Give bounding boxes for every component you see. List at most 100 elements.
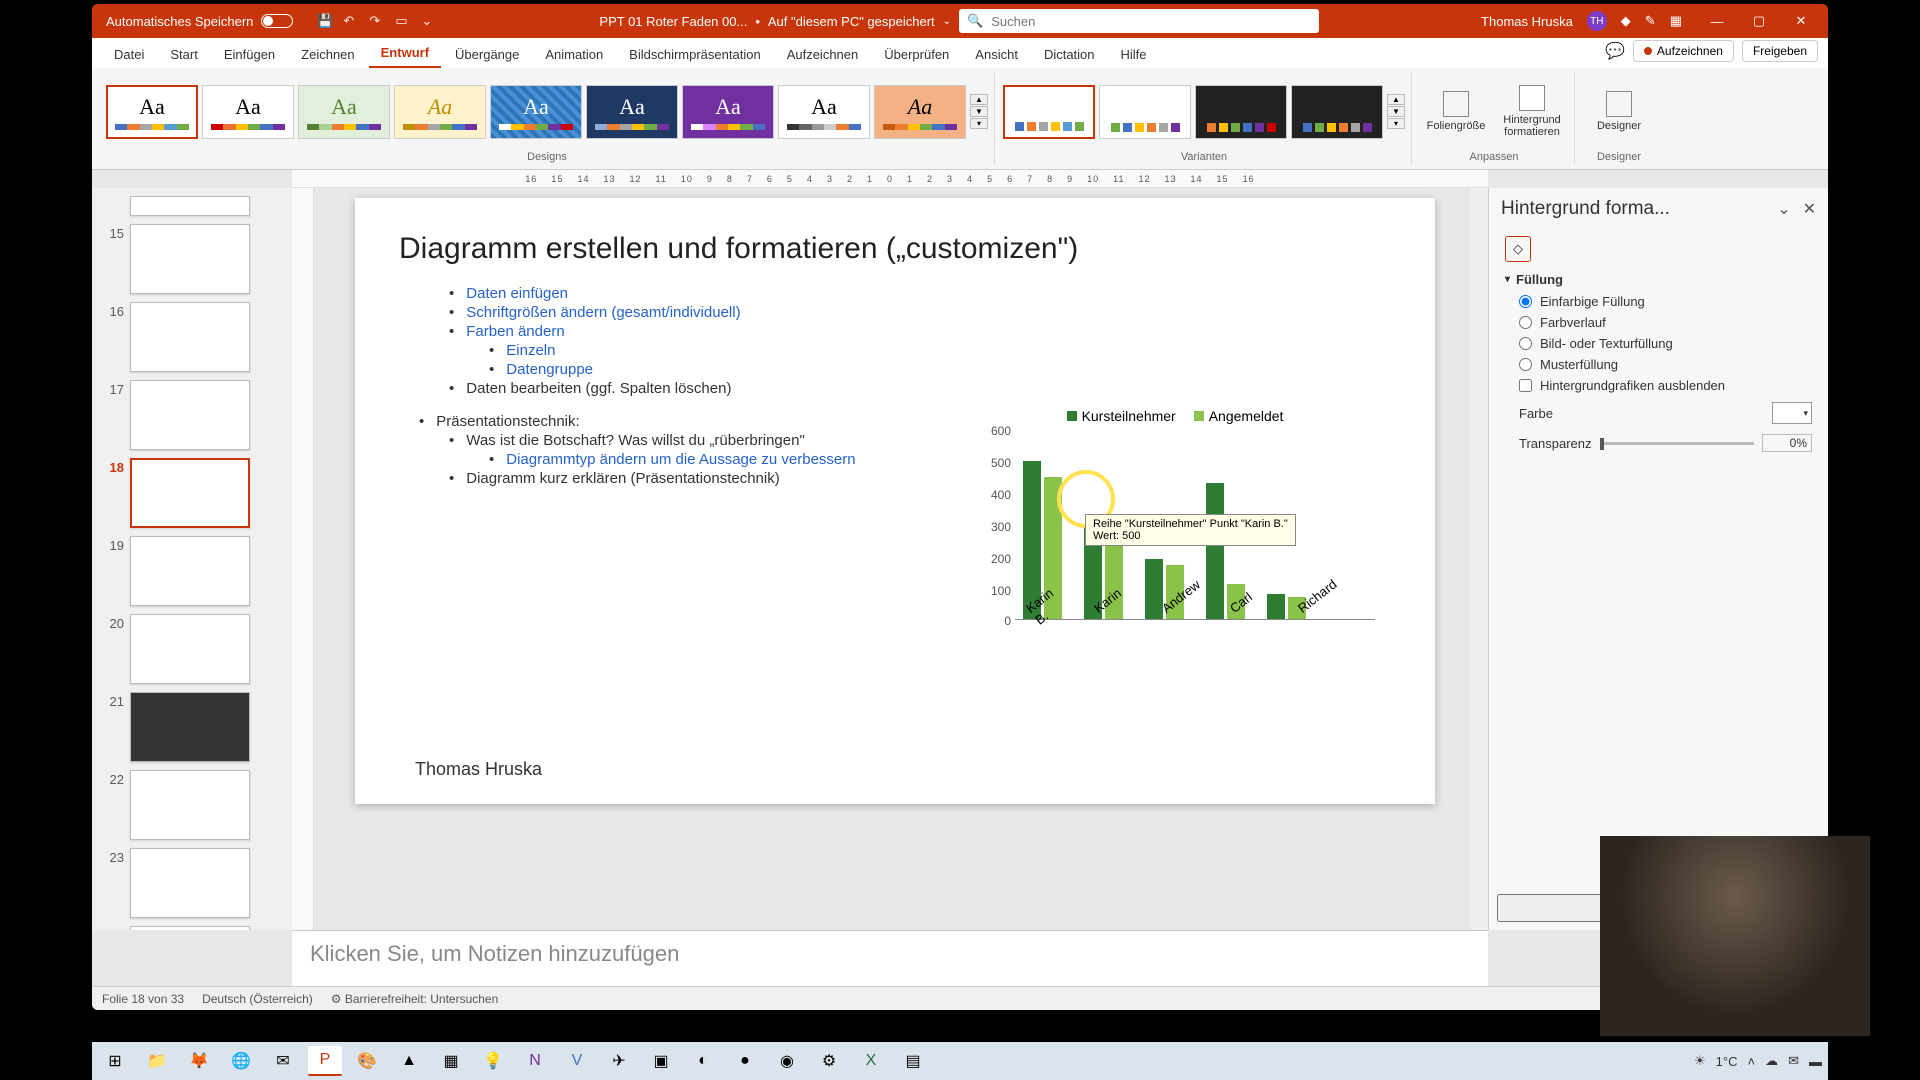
redo-icon[interactable]: ↷ <box>369 13 385 29</box>
slide-thumb[interactable] <box>130 926 250 930</box>
language-status[interactable]: Deutsch (Österreich) <box>202 992 313 1006</box>
onenote-icon[interactable]: N <box>518 1046 552 1076</box>
slide-thumb[interactable] <box>130 380 250 450</box>
app-icon[interactable]: ▤ <box>896 1046 930 1076</box>
transparency-value[interactable]: 0% <box>1762 434 1812 452</box>
slide-size-button[interactable]: Foliengröße <box>1420 91 1492 132</box>
maximize-button[interactable]: ▢ <box>1738 4 1780 38</box>
tab-ansicht[interactable]: Ansicht <box>963 41 1030 68</box>
slide-thumb[interactable] <box>130 692 250 762</box>
theme-thumbnail[interactable]: Aa <box>490 85 582 139</box>
tab-ueberpruefen[interactable]: Überprüfen <box>872 41 961 68</box>
app-icon[interactable]: ◉ <box>770 1046 804 1076</box>
slide-thumb[interactable] <box>130 770 250 840</box>
minimize-button[interactable]: — <box>1696 4 1738 38</box>
chrome-icon[interactable]: 🌐 <box>224 1046 258 1076</box>
username[interactable]: Thomas Hruska <box>1481 14 1573 29</box>
accessibility-status[interactable]: ⚙ Barrierefreiheit: Untersuchen <box>331 992 499 1006</box>
document-name[interactable]: PPT 01 Roter Faden 00... <box>599 14 747 29</box>
avatar[interactable]: TH <box>1587 11 1607 31</box>
slide-thumbnails[interactable]: 15 16 17 18 19 20 21 22 23 24 <box>92 188 292 930</box>
tab-datei[interactable]: Datei <box>102 41 156 68</box>
slide-thumb[interactable] <box>130 224 250 294</box>
bullet[interactable]: Farben ändern <box>449 322 1391 341</box>
diamond-icon[interactable]: ◆ <box>1621 13 1631 29</box>
slide-thumb-active[interactable] <box>130 458 250 528</box>
excel-icon[interactable]: X <box>854 1046 888 1076</box>
vertical-scrollbar[interactable] <box>1470 188 1488 930</box>
slide-thumb[interactable] <box>130 536 250 606</box>
vlc-icon[interactable]: ▲ <box>392 1046 426 1076</box>
slide-thumb[interactable] <box>130 848 250 918</box>
close-button[interactable]: ✕ <box>1780 4 1822 38</box>
app-icon[interactable]: ▦ <box>434 1046 468 1076</box>
tab-entwurf[interactable]: Entwurf <box>369 39 441 68</box>
close-pane-icon[interactable]: ✕ <box>1803 199 1816 219</box>
opt-picture[interactable]: Bild- oder Texturfüllung <box>1505 333 1812 354</box>
opt-hide-bg[interactable]: Hintergrundgrafiken ausblenden <box>1505 375 1812 396</box>
touch-icon[interactable]: ⌄ <box>421 13 437 29</box>
app-icon[interactable]: ● <box>728 1046 762 1076</box>
tab-dictation[interactable]: Dictation <box>1032 41 1107 68</box>
theme-thumbnail[interactable]: Aa <box>682 85 774 139</box>
color-picker[interactable] <box>1772 402 1812 424</box>
autosave-toggle[interactable]: Automatisches Speichern <box>106 14 293 29</box>
slide-thumb[interactable] <box>130 302 250 372</box>
weather-icon[interactable]: ☀ <box>1694 1053 1706 1069</box>
theme-gallery-nav[interactable]: ▲▼▾ <box>970 94 988 129</box>
battery-icon[interactable]: ▬ <box>1809 1054 1822 1069</box>
firefox-icon[interactable]: 🦊 <box>182 1046 216 1076</box>
theme-thumbnail[interactable]: Aa <box>874 85 966 139</box>
explorer-icon[interactable]: 📁 <box>140 1046 174 1076</box>
comments-icon[interactable]: 💬 <box>1605 41 1625 61</box>
tab-einfuegen[interactable]: Einfügen <box>212 41 287 68</box>
variant-thumbnail[interactable] <box>1003 85 1095 139</box>
app-icon[interactable]: 🎨 <box>350 1046 384 1076</box>
undo-icon[interactable]: ↶ <box>343 13 359 29</box>
opt-solid[interactable]: Einfarbige Füllung <box>1505 291 1812 312</box>
bar[interactable] <box>1206 483 1224 619</box>
variant-thumbnail[interactable] <box>1195 85 1287 139</box>
slide-counter[interactable]: Folie 18 von 33 <box>102 992 184 1006</box>
theme-thumbnail[interactable]: Aa <box>778 85 870 139</box>
slide-canvas[interactable]: Diagramm erstellen und formatieren („cus… <box>355 198 1435 804</box>
app-icon[interactable]: V <box>560 1046 594 1076</box>
share-button[interactable]: Freigeben <box>1742 40 1818 62</box>
onedrive-icon[interactable]: ☁ <box>1765 1053 1778 1069</box>
variant-thumbnail[interactable] <box>1291 85 1383 139</box>
slide-title[interactable]: Diagramm erstellen und formatieren („cus… <box>399 232 1391 266</box>
variant-thumbnail[interactable] <box>1099 85 1191 139</box>
outlook-icon[interactable]: ✉ <box>266 1046 300 1076</box>
slide-thumb[interactable] <box>130 614 250 684</box>
bullet[interactable]: Einzeln <box>489 341 1391 360</box>
tab-animation[interactable]: Animation <box>533 41 615 68</box>
slide-author[interactable]: Thomas Hruska <box>415 759 542 780</box>
format-background-button[interactable]: Hintergrund formatieren <box>1496 85 1568 138</box>
theme-thumbnail[interactable]: Aa <box>106 85 198 139</box>
bullet[interactable]: Schriftgrößen ändern (gesamt/individuell… <box>449 303 1391 322</box>
app-icon[interactable]: ◐ <box>686 1046 720 1076</box>
telegram-icon[interactable]: ✈ <box>602 1046 636 1076</box>
tab-hilfe[interactable]: Hilfe <box>1109 41 1159 68</box>
powerpoint-icon[interactable]: P <box>308 1046 342 1076</box>
start-icon[interactable]: ▭ <box>395 13 411 29</box>
chevron-down-icon[interactable]: ⌄ <box>1777 199 1790 219</box>
app-icon[interactable]: ▣ <box>644 1046 678 1076</box>
save-icon[interactable]: 💾 <box>317 13 333 29</box>
transparency-slider[interactable] <box>1600 442 1755 445</box>
pen-icon[interactable]: ✎ <box>1645 13 1656 29</box>
toggle-switch[interactable] <box>261 14 293 28</box>
tab-uebergaenge[interactable]: Übergänge <box>443 41 531 68</box>
opt-gradient[interactable]: Farbverlauf <box>1505 312 1812 333</box>
search-input[interactable]: 🔍 Suchen <box>959 9 1319 33</box>
bullet[interactable]: Datengruppe <box>489 360 1391 379</box>
record-button[interactable]: Aufzeichnen <box>1633 40 1734 62</box>
notes-pane[interactable]: Klicken Sie, um Notizen hinzuzufügen <box>292 930 1488 986</box>
variant-gallery-nav[interactable]: ▲▼▾ <box>1387 94 1405 129</box>
fill-tab-icon[interactable]: ◇ <box>1505 236 1531 262</box>
tray-chevron-icon[interactable]: ˄ <box>1748 1054 1756 1069</box>
settings-icon[interactable]: ⚙ <box>812 1046 846 1076</box>
slide-thumb[interactable] <box>130 196 250 216</box>
temperature[interactable]: 1°C <box>1716 1054 1738 1069</box>
section-fill[interactable]: Füllung <box>1505 268 1812 291</box>
